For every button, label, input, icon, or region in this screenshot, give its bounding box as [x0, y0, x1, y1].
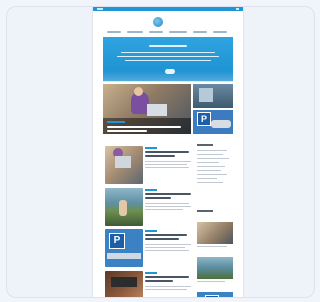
hero-text-line [125, 60, 211, 61]
preview-card: P P [6, 6, 315, 298]
post-excerpt-line [145, 206, 191, 207]
post-excerpt-line [145, 209, 183, 210]
featured-grid: P [103, 84, 233, 134]
post-title-line-2[interactable] [145, 280, 173, 282]
nav-item[interactable] [149, 31, 163, 33]
sidebar-link[interactable] [197, 170, 221, 171]
parking-sign-icon: P [205, 295, 219, 297]
post-excerpt-line [145, 203, 189, 204]
sidebar-heading [197, 210, 213, 212]
post-title-line-2[interactable] [145, 238, 179, 240]
hero-title [149, 45, 187, 47]
sidebar-post-thumbnail[interactable]: P [197, 292, 233, 297]
thumbnail-figure [119, 200, 127, 216]
website-preview[interactable]: P P [93, 7, 243, 297]
sidebar-link[interactable] [197, 162, 219, 163]
thumbnail-object [111, 277, 137, 287]
featured-title[interactable] [107, 126, 181, 128]
post-title[interactable] [145, 234, 187, 236]
hero-banner[interactable] [103, 37, 233, 82]
featured-image-head [134, 87, 143, 96]
sidebar-link[interactable] [197, 178, 217, 179]
category-tag[interactable] [145, 272, 157, 274]
sidebar-link[interactable] [197, 182, 223, 183]
featured-post-side[interactable]: P [193, 110, 233, 134]
menu-icon[interactable] [97, 8, 103, 10]
featured-image-laptop [147, 104, 167, 116]
parking-sign-icon: P [109, 233, 125, 249]
thumbnail-laptop [115, 156, 131, 168]
post-title-line-2[interactable] [145, 197, 171, 199]
featured-post-side[interactable] [193, 84, 233, 108]
sidebar-post-title[interactable] [197, 281, 225, 282]
sidebar-link[interactable] [197, 150, 227, 151]
featured-post-main[interactable] [103, 84, 191, 134]
post-thumbnail[interactable] [105, 188, 143, 226]
post-excerpt-line [145, 244, 191, 245]
post-title[interactable] [145, 193, 191, 195]
post-title-line-2[interactable] [145, 155, 175, 157]
post-excerpt-line [145, 247, 185, 248]
thumbnail-barrier [107, 253, 141, 259]
nav-item[interactable] [169, 31, 187, 33]
nav-item[interactable] [193, 31, 207, 33]
featured-title-line-2[interactable] [107, 130, 147, 132]
hero-wave [103, 71, 233, 81]
sidebar-post-thumbnail[interactable] [197, 222, 233, 244]
cloud-logo-icon[interactable] [153, 17, 163, 27]
post-excerpt-line [145, 161, 191, 162]
nav-item[interactable] [127, 31, 143, 33]
post-title[interactable] [145, 276, 189, 278]
post-excerpt-line [145, 286, 191, 287]
post-title[interactable] [145, 151, 189, 153]
nav-item[interactable] [107, 31, 121, 33]
featured-image-window [199, 88, 213, 102]
sidebar-link[interactable] [197, 166, 225, 167]
sidebar-post-title[interactable] [197, 246, 227, 247]
sidebar-post-thumbnail[interactable] [197, 257, 233, 279]
sidebar-heading [197, 144, 213, 146]
nav-item[interactable] [213, 31, 227, 33]
category-tag[interactable] [145, 147, 157, 149]
category-tag[interactable] [107, 121, 125, 123]
category-tag[interactable] [145, 189, 157, 191]
post-excerpt-line [145, 164, 187, 165]
hero-text-line [121, 52, 215, 53]
post-excerpt-line [145, 250, 189, 251]
search-icon[interactable] [236, 8, 239, 10]
sidebar-link[interactable] [197, 158, 229, 159]
post-thumbnail[interactable] [105, 271, 143, 297]
featured-image-car [211, 120, 231, 128]
main-nav [107, 31, 227, 34]
post-excerpt-line [145, 167, 189, 168]
site-header [93, 11, 243, 31]
sidebar-link[interactable] [197, 154, 223, 155]
post-thumbnail[interactable] [105, 146, 143, 184]
post-thumbnail[interactable]: P [105, 229, 143, 267]
category-tag[interactable] [145, 230, 157, 232]
hero-text-line [117, 56, 219, 57]
parking-sign-icon: P [197, 112, 211, 126]
post-excerpt-line [145, 289, 187, 290]
sidebar-link[interactable] [197, 174, 227, 175]
